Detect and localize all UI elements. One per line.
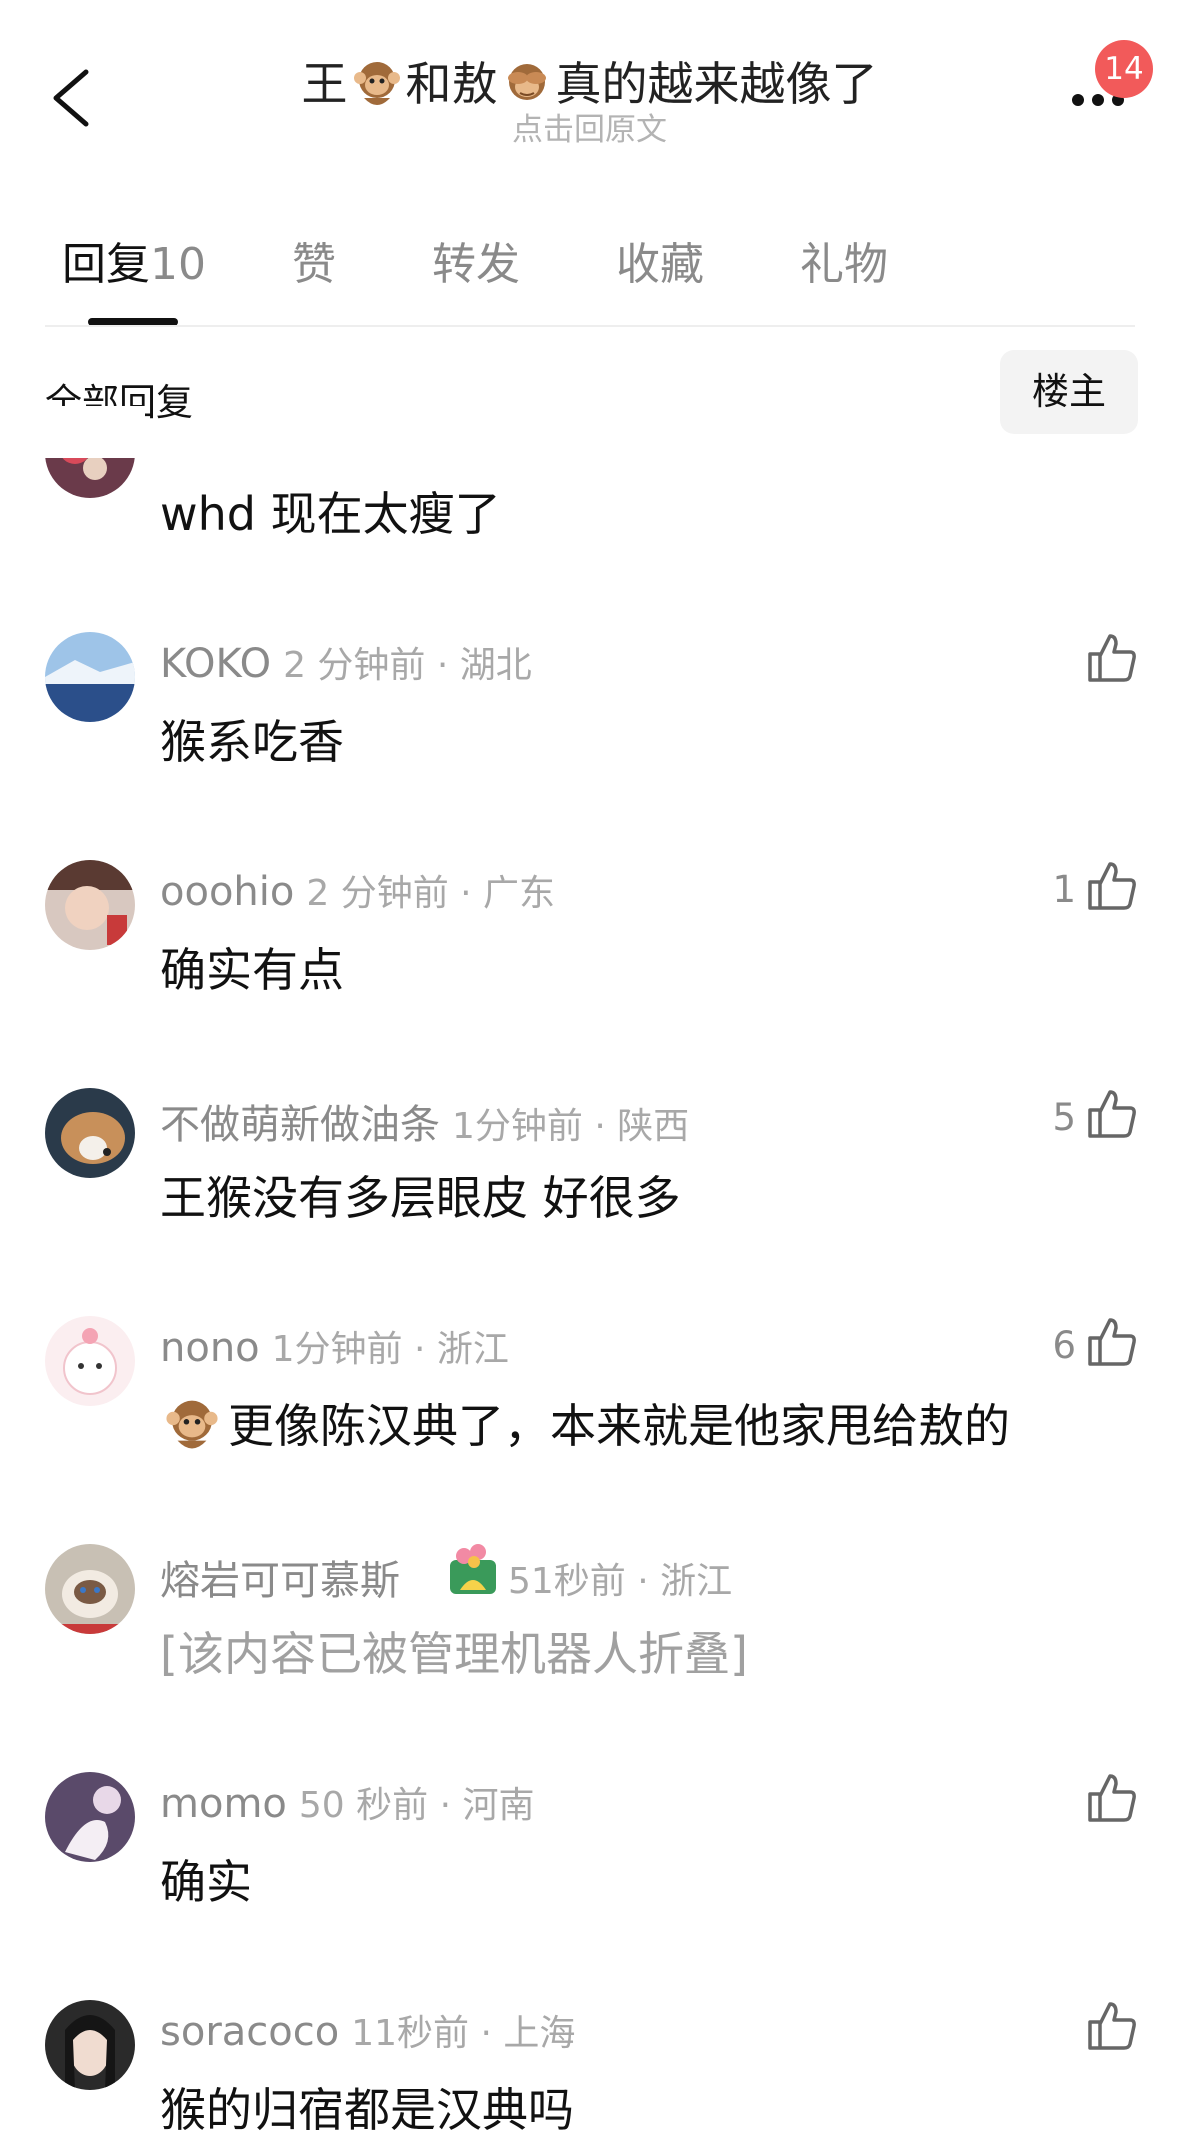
username[interactable]: soracoco bbox=[160, 2009, 339, 2055]
tab-replies[interactable]: 回复10 bbox=[62, 228, 206, 292]
timestamp-location: 11秒前 · 上海 bbox=[351, 2013, 576, 2054]
avatar[interactable] bbox=[45, 1772, 135, 1862]
username[interactable]: 不做萌新做油条 bbox=[160, 1102, 440, 1148]
avatar[interactable] bbox=[45, 632, 135, 722]
thumbs-up-icon[interactable] bbox=[1086, 1088, 1138, 1140]
avatar[interactable] bbox=[45, 2000, 135, 2090]
folded-comment-text[interactable]: [该内容已被管理机器人折叠] bbox=[160, 1618, 748, 1684]
thumbs-up-icon[interactable] bbox=[1086, 1316, 1138, 1368]
tabs-divider bbox=[45, 325, 1135, 327]
like-count: 5 bbox=[1052, 1096, 1076, 1139]
timestamp-location: 2 分钟前 · 湖北 bbox=[283, 645, 532, 686]
comment-meta: nono 1分钟前 · 浙江 bbox=[160, 1320, 509, 1372]
thumbs-up-icon[interactable] bbox=[1086, 860, 1138, 912]
tab-favorites[interactable]: 收藏 bbox=[616, 228, 704, 292]
comment-text[interactable]: 猴系吃香 bbox=[160, 706, 344, 772]
see-no-evil-monkey-emoji-icon bbox=[507, 64, 546, 100]
avatar[interactable] bbox=[45, 1316, 135, 1406]
timestamp-location: 2 分钟前 · 广东 bbox=[306, 873, 556, 914]
tab-replies-label: 回复 bbox=[62, 239, 150, 290]
username[interactable]: momo bbox=[160, 1781, 287, 1827]
comment-text[interactable]: 确实 bbox=[160, 1846, 252, 1912]
comment-text[interactable]: 确实有点 bbox=[160, 934, 344, 1000]
timestamp-location-text: 51秒前 · 浙江 bbox=[508, 1561, 733, 1602]
comment-meta: soracoco 11秒前 · 上海 bbox=[160, 2004, 575, 2056]
scroll-clip bbox=[45, 406, 145, 458]
tab-reposts[interactable]: 转发 bbox=[432, 228, 520, 292]
tab-likes[interactable]: 赞 bbox=[292, 228, 336, 292]
thread-owner-button[interactable]: 楼主 bbox=[1000, 350, 1138, 434]
timestamp-location: 1分钟前 · 陕西 bbox=[452, 1106, 690, 1147]
notification-badge[interactable]: 14 bbox=[1095, 40, 1153, 98]
user-badge-icon bbox=[450, 1544, 496, 1594]
like-count: 1 bbox=[1052, 868, 1076, 911]
comment-meta: 不做萌新做油条 1分钟前 · 陕西 bbox=[160, 1092, 689, 1150]
avatar[interactable] bbox=[45, 860, 135, 950]
comment-text[interactable]: 王猴没有多层眼皮 好很多 bbox=[160, 1162, 681, 1228]
comment-meta: 熔岩可可慕斯 bbox=[160, 1548, 400, 1606]
title-part-2: 和敖 bbox=[405, 57, 498, 111]
comment-text[interactable]: whd 现在太瘦了 bbox=[160, 478, 501, 544]
timestamp-location: 51秒前 · 浙江 bbox=[508, 1552, 732, 1604]
like-count: 6 bbox=[1052, 1324, 1076, 1367]
back-to-original-link[interactable]: 点击回原文 bbox=[0, 104, 1179, 149]
monkey-emoji-icon bbox=[166, 1400, 218, 1449]
thumbs-up-icon[interactable] bbox=[1086, 1772, 1138, 1824]
thumbs-up-icon[interactable] bbox=[1086, 632, 1138, 684]
thumbs-up-icon[interactable] bbox=[1086, 2000, 1138, 2052]
title-part-1: 王 bbox=[301, 57, 348, 111]
comment-meta: KOKO 2 分钟前 · 湖北 bbox=[160, 636, 532, 688]
username[interactable]: nono bbox=[160, 1325, 260, 1371]
comment-text[interactable]: 更像陈汉典了，本来就是他家甩给敖的 bbox=[228, 1390, 1010, 1456]
monkey-emoji-icon bbox=[353, 62, 400, 105]
username[interactable]: ooohio bbox=[160, 869, 294, 915]
tab-gifts[interactable]: 礼物 bbox=[800, 228, 888, 292]
comment-text[interactable]: 猴的归宿都是汉典吗 bbox=[160, 2074, 574, 2140]
tab-replies-count: 10 bbox=[150, 239, 206, 290]
timestamp-location: 1分钟前 · 浙江 bbox=[271, 1329, 509, 1370]
comment-meta: momo 50 秒前 · 河南 bbox=[160, 1776, 534, 1828]
username[interactable]: 熔岩可可慕斯 bbox=[160, 1558, 400, 1604]
avatar[interactable] bbox=[45, 1544, 135, 1634]
timestamp-location: 50 秒前 · 河南 bbox=[298, 1785, 535, 1826]
title-part-3: 真的越来越像了 bbox=[555, 57, 878, 111]
avatar[interactable] bbox=[45, 1088, 135, 1178]
comment-meta: ooohio 2 分钟前 · 广东 bbox=[160, 864, 555, 916]
username[interactable]: KOKO bbox=[160, 641, 271, 687]
